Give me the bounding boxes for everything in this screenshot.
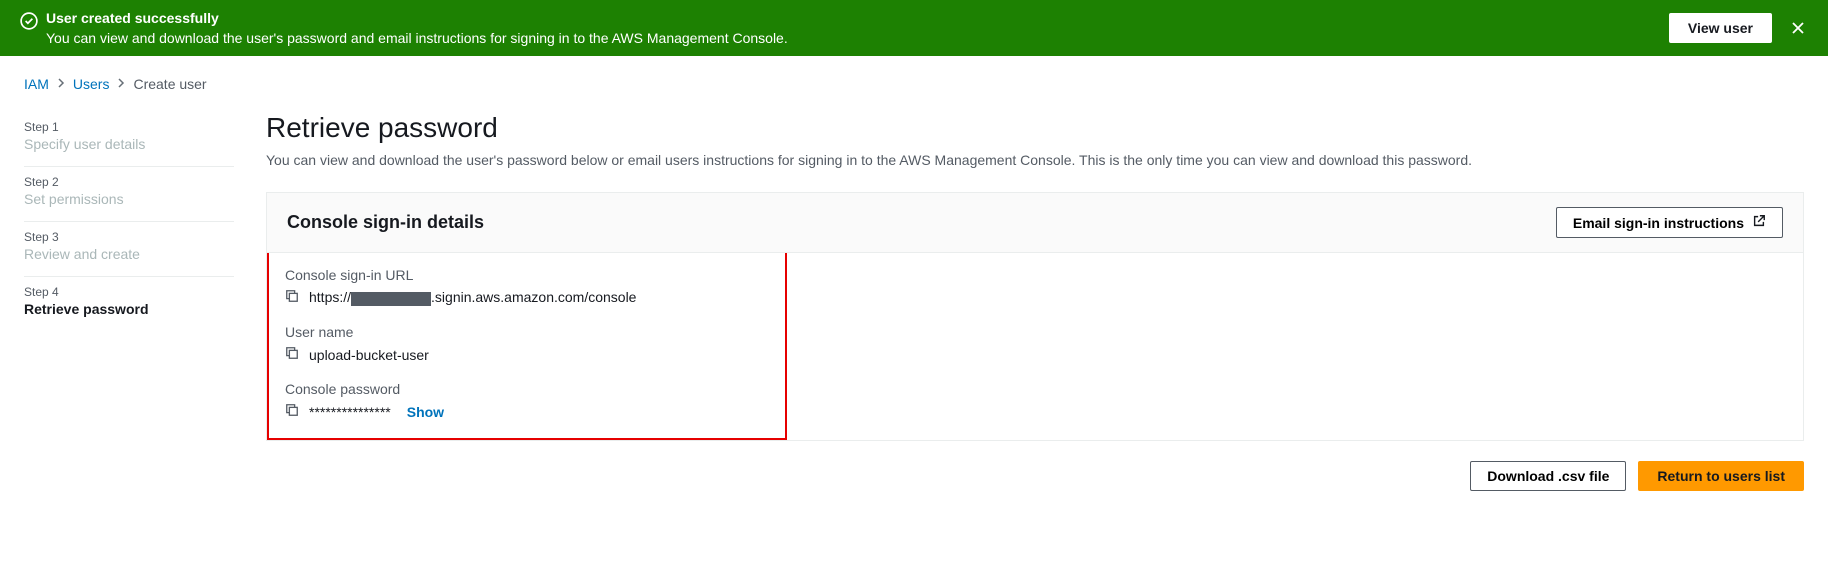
username-field: User name upload-bucket-user (285, 324, 769, 363)
panel-title: Console sign-in details (287, 212, 484, 233)
return-users-list-button[interactable]: Return to users list (1638, 461, 1804, 491)
external-link-icon (1752, 214, 1766, 231)
signin-url-label: Console sign-in URL (285, 267, 769, 283)
password-field: Console password *************** Show (285, 381, 769, 420)
step-review-create: Step 3 Review and create (24, 222, 234, 277)
step-retrieve-password: Step 4 Retrieve password (24, 277, 234, 331)
breadcrumb: IAM Users Create user (24, 76, 1804, 92)
username-value: upload-bucket-user (309, 347, 429, 363)
step-set-permissions: Step 2 Set permissions (24, 167, 234, 222)
success-banner: User created successfully You can view a… (0, 0, 1828, 56)
username-label: User name (285, 324, 769, 340)
view-user-button[interactable]: View user (1669, 13, 1772, 43)
close-icon[interactable] (1788, 18, 1808, 38)
password-value: *************** (309, 404, 391, 420)
chevron-right-icon (57, 76, 65, 92)
show-password-link[interactable]: Show (407, 404, 444, 420)
copy-icon[interactable] (285, 403, 299, 420)
password-label: Console password (285, 381, 769, 397)
success-check-icon (20, 12, 38, 33)
breadcrumb-iam[interactable]: IAM (24, 76, 49, 92)
chevron-right-icon (117, 76, 125, 92)
signin-url-value: https://.signin.aws.amazon.com/console (309, 289, 636, 305)
email-button-label: Email sign-in instructions (1573, 215, 1744, 231)
copy-icon[interactable] (285, 289, 299, 306)
signin-url-field: Console sign-in URL https://.signin.aws.… (285, 267, 769, 306)
download-csv-button[interactable]: Download .csv file (1470, 461, 1626, 491)
redacted-account-id (351, 292, 431, 306)
wizard-steps: Step 1 Specify user details Step 2 Set p… (24, 112, 234, 491)
page-description: You can view and download the user's pas… (266, 152, 1804, 168)
footer-actions: Download .csv file Return to users list (266, 461, 1804, 491)
email-signin-button[interactable]: Email sign-in instructions (1556, 207, 1783, 238)
breadcrumb-current: Create user (133, 76, 206, 92)
banner-title: User created successfully (46, 10, 788, 26)
banner-description: You can view and download the user's pas… (46, 30, 788, 46)
console-signin-panel: Console sign-in details Email sign-in in… (266, 192, 1804, 441)
step-specify-user-details: Step 1 Specify user details (24, 112, 234, 167)
breadcrumb-users[interactable]: Users (73, 76, 110, 92)
copy-icon[interactable] (285, 346, 299, 363)
page-title: Retrieve password (266, 112, 1804, 144)
